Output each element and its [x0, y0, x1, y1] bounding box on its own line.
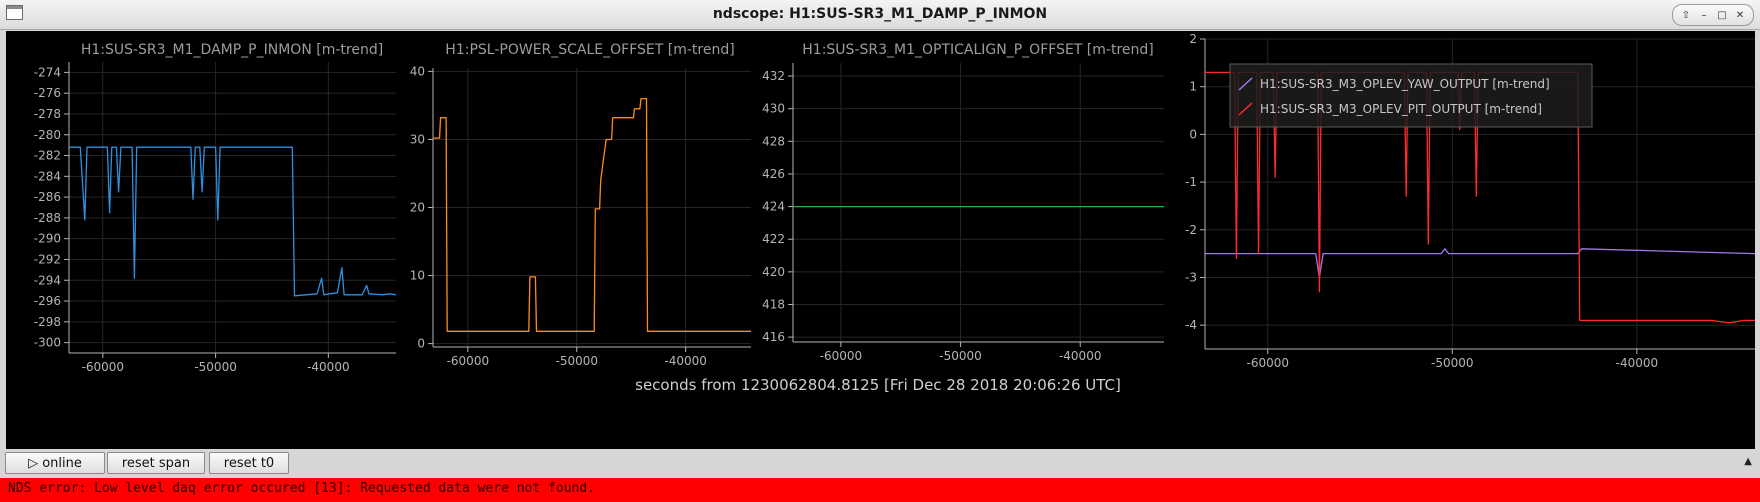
plot1-x-tick-label: -60000 [82, 360, 125, 374]
plot2-y-tick-label: 20 [410, 201, 425, 215]
plot1-y-tick-label: -280 [34, 128, 61, 142]
plot1-y-tick-label: -278 [34, 107, 61, 121]
plot1-y-tick-label: -300 [34, 336, 61, 350]
plot4-x-tick-label: -60000 [1246, 356, 1289, 370]
plot4-y-tick-label: -4 [1185, 318, 1197, 332]
maximize-icon[interactable]: □ [1715, 8, 1729, 22]
shade-icon[interactable]: ⇧ [1679, 8, 1693, 22]
window-title: ndscope: H1:SUS-SR3_M1_DAMP_P_INMON [712, 6, 1048, 22]
plot2-y-tick-label: 0 [417, 337, 425, 351]
plot4-y-tick-label: 0 [1189, 127, 1197, 141]
plot4-legend-entry: H1:SUS-SR3_M3_OPLEV_PIT_OUTPUT [m-trend] [1260, 102, 1542, 116]
plot4-legend-entry: H1:SUS-SR3_M3_OPLEV_YAW_OUTPUT [m-trend] [1260, 77, 1550, 91]
close-icon[interactable]: ✕ [1733, 8, 1747, 22]
plot4-y-tick-label: 2 [1189, 32, 1197, 46]
plot3-y-tick-label: 430 [762, 102, 785, 116]
plot2-y-tick-label: 40 [410, 64, 425, 78]
plot-area[interactable]: seconds from 1230062804.8125 [Fri Dec 28… [6, 31, 1755, 449]
plot2-x-tick-label: -60000 [447, 354, 490, 368]
plot3-x-tick-label: -40000 [1059, 349, 1102, 363]
plot3-y-tick-label: 420 [762, 265, 785, 279]
plot2-y-tick-label: 30 [410, 132, 425, 146]
plot2-x-tick-label: -50000 [555, 354, 598, 368]
collapse-up-icon[interactable]: ▲ [1744, 456, 1752, 467]
plot1-x-tick-label: -50000 [194, 360, 237, 374]
plot1-y-tick-label: -288 [34, 211, 61, 225]
toolbar: ▷ online reset span reset t0 ▲ [0, 450, 1760, 476]
plot4-y-tick-label: -2 [1185, 223, 1197, 237]
minimize-icon[interactable]: – [1697, 8, 1711, 22]
plot3-y-tick-label: 424 [762, 200, 785, 214]
reset-span-button[interactable]: reset span [107, 452, 205, 474]
error-message: NDS error: Low level daq error occured [… [8, 481, 595, 496]
plot1-series-line-1 [69, 146, 397, 297]
plot1-title: H1:SUS-SR3_M1_DAMP_P_INMON [m-trend] [81, 42, 383, 58]
plot4-series-line-1 [1205, 248, 1755, 279]
plot4-x-tick-label: -50000 [1431, 356, 1474, 370]
plot3-y-tick-label: 422 [762, 232, 785, 246]
plot3-y-tick-label: 426 [762, 167, 785, 181]
plot4-y-tick-label: -3 [1185, 270, 1197, 284]
plot1-y-tick-label: -292 [34, 252, 61, 266]
window-titlebar: ndscope: H1:SUS-SR3_M1_DAMP_P_INMON ⇧ – … [0, 0, 1760, 30]
plot3-y-tick-label: 432 [762, 69, 785, 83]
plot3-x-tick-label: -60000 [820, 349, 863, 363]
plot4-legend-box[interactable] [1229, 63, 1593, 128]
plot1-y-tick-label: -298 [34, 315, 61, 329]
plot1-y-tick-label: -284 [34, 169, 61, 183]
plot1-y-tick-label: -294 [34, 273, 61, 287]
reset-t0-button[interactable]: reset t0 [209, 452, 289, 474]
plots-svg[interactable]: seconds from 1230062804.8125 [Fri Dec 28… [6, 31, 1755, 449]
plot1-y-tick-label: -296 [34, 294, 61, 308]
online-button[interactable]: ▷ online [5, 452, 105, 474]
plot4-y-tick-label: -1 [1185, 175, 1197, 189]
plot1-x-tick-label: -40000 [307, 360, 350, 374]
x-axis-label: seconds from 1230062804.8125 [Fri Dec 28… [635, 376, 1121, 394]
plot2-series-line-1 [433, 97, 751, 332]
plot3-x-tick-label: -50000 [939, 349, 982, 363]
plot1-y-tick-label: -286 [34, 190, 61, 204]
plot2-y-tick-label: 10 [410, 269, 425, 283]
plot1-y-tick-label: -282 [34, 149, 61, 163]
plot1-y-tick-label: -290 [34, 232, 61, 246]
plot2-title: H1:PSL-POWER_SCALE_OFFSET [m-trend] [445, 42, 734, 58]
plot3-y-tick-label: 418 [762, 297, 785, 311]
window-controls: ⇧ – □ ✕ [1672, 4, 1754, 26]
plot3-y-tick-label: 428 [762, 134, 785, 148]
plot1-y-tick-label: -276 [34, 86, 61, 100]
plot3-title: H1:SUS-SR3_M1_OPTICALIGN_P_OFFSET [m-tre… [802, 42, 1153, 58]
plot4-y-tick-label: 1 [1189, 80, 1197, 94]
plot2-x-tick-label: -40000 [664, 354, 707, 368]
plot3-y-tick-label: 416 [762, 330, 785, 344]
error-bar: NDS error: Low level daq error occured [… [0, 478, 1760, 502]
plot4-x-tick-label: -40000 [1616, 356, 1659, 370]
plot1-y-tick-label: -274 [34, 65, 61, 79]
